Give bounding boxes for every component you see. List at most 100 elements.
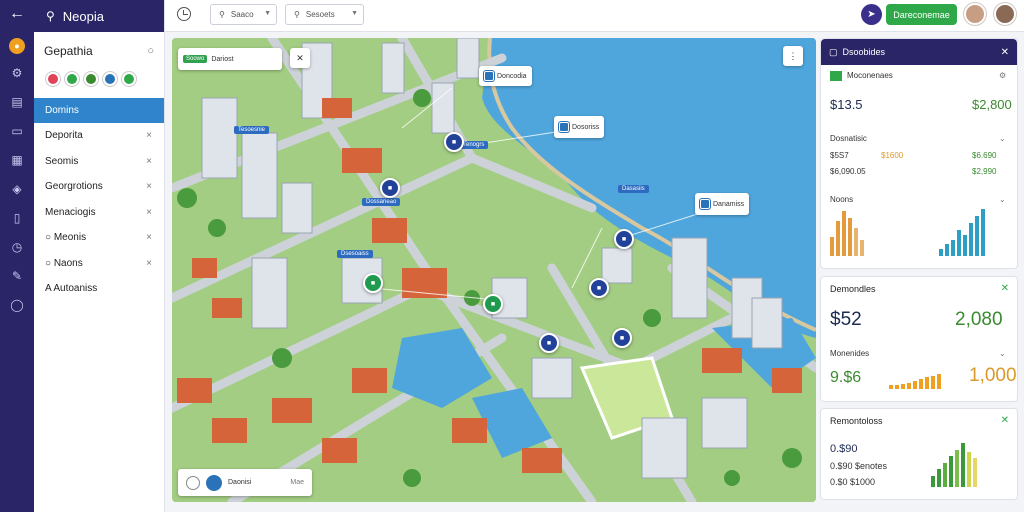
location-icon	[484, 71, 494, 81]
avatar[interactable]	[964, 3, 986, 25]
more-icon[interactable]: ⋮	[783, 46, 803, 66]
sidebar-item[interactable]: Menaciogis ×	[34, 200, 164, 226]
close-icon[interactable]: ✕	[1001, 47, 1009, 58]
sales-card: Demondles ✕ $52 2,080 Monenides ⌄ 9.$6 1…	[820, 276, 1018, 402]
remove-icon[interactable]: ×	[146, 181, 152, 192]
chevron-down-icon[interactable]: ⌄	[999, 195, 1006, 204]
chevron-down-icon: ▼	[264, 10, 271, 17]
map-pin-icon[interactable]: ■	[444, 132, 464, 152]
map-pin-icon[interactable]: ■	[380, 178, 400, 198]
stat-value: $13.5	[830, 97, 863, 112]
dashboard-button[interactable]: Dareconemae	[886, 4, 957, 25]
stat-value: $52	[830, 309, 862, 330]
map-callout[interactable]: Danamiss	[695, 193, 750, 215]
stat-value: 0.$0 $1000	[830, 477, 876, 487]
status-badge: Soowo	[183, 55, 208, 63]
location-button[interactable]: ➤	[861, 4, 882, 25]
bar-chart-remaining	[931, 443, 977, 487]
chevron-down-icon[interactable]: ⌄	[999, 349, 1006, 358]
stat-value: 2,080	[955, 309, 1003, 330]
chip-dark-green-icon[interactable]	[84, 72, 98, 86]
pen-icon[interactable]: ✎	[7, 266, 27, 286]
select-dropdown-2[interactable]: ⚲ Sesoets ▼	[285, 4, 364, 25]
stat-value: $6,090.05	[830, 167, 866, 176]
map-pin-icon[interactable]: ■	[589, 278, 609, 298]
sidebar-item[interactable]: Georgrotions ×	[34, 174, 164, 200]
globe-icon[interactable]: ◯	[7, 295, 27, 315]
app-title: Neopia	[62, 8, 104, 24]
sidebar-item[interactable]: Deporita ×	[34, 123, 164, 149]
pin-icon: ⚲	[219, 10, 225, 19]
map-pin-icon[interactable]: ■	[363, 273, 383, 293]
stat-value: 0.$90 $enotes	[830, 461, 888, 471]
sidebar-item[interactable]: ○ Naons ×	[34, 251, 164, 277]
close-icon[interactable]: ✕	[1001, 415, 1009, 426]
clock-icon[interactable]: ◷	[7, 237, 27, 257]
city-map[interactable]: Soowo Dariost ✕ ⋮ Doncodia Dosoriss Dana…	[172, 38, 816, 502]
map-pin-icon[interactable]: ■	[483, 294, 503, 314]
settings-icon[interactable]: ⚙	[7, 63, 27, 83]
sidebar-item[interactable]: ○ Meonis ×	[34, 225, 164, 251]
stat-value: 9.$6	[830, 369, 862, 386]
stat-value: $5S7	[830, 151, 849, 160]
chip-blue-icon[interactable]	[103, 72, 117, 86]
map-pin-icon[interactable]: ■	[539, 333, 559, 353]
fullscreen-icon[interactable]: ✕	[290, 48, 310, 68]
avatar[interactable]	[994, 3, 1016, 25]
sidebar-item-active[interactable]: Domins	[34, 98, 164, 123]
select-dropdown-1[interactable]: ⚲ Saaco ▼	[210, 4, 277, 25]
layers-icon[interactable]: ▤	[7, 92, 27, 112]
remove-icon[interactable]: ×	[146, 207, 152, 218]
bar-chart-sales	[889, 371, 941, 389]
map-tag[interactable]: Dasasiis	[618, 185, 649, 193]
map-callout[interactable]: Doncodia	[479, 66, 532, 86]
card-title: Remontoloss	[830, 416, 883, 426]
remove-icon[interactable]: ×	[146, 232, 152, 243]
map-footer-control[interactable]: Daonisi Mae	[178, 469, 312, 496]
icon-rail: ← ● ⚙ ▤ ▭ ▦ ◈ ▯ ◷ ✎ ◯	[0, 0, 34, 512]
chip-green-icon[interactable]	[65, 72, 79, 86]
notification-icon[interactable]: ●	[9, 38, 25, 54]
sidebar: ⚲ Neopia Gepathia ○ Domins Deporita × Seo…	[34, 0, 165, 512]
compass-icon[interactable]: ◈	[7, 179, 27, 199]
filter-icon[interactable]: ○	[147, 45, 154, 57]
chip-lime-icon[interactable]	[122, 72, 136, 86]
map-illustration	[172, 38, 816, 502]
map-tag[interactable]: Dossarieao	[362, 198, 401, 206]
remove-icon[interactable]: ×	[146, 258, 152, 269]
layers-icon[interactable]	[206, 474, 222, 491]
search-icon[interactable]: ⚲	[46, 9, 55, 23]
dot-icon: ○	[45, 232, 54, 244]
remove-icon[interactable]: ×	[146, 156, 152, 167]
stat-label: Monenides	[830, 349, 870, 358]
map-tag[interactable]: Dsesoaiss	[337, 250, 373, 258]
stats-card: ▢ Dsoobides ✕ Moconenaes ⚙ $13.5 $2,800 …	[820, 38, 1018, 269]
sidebar-title: Gepathia	[44, 44, 93, 58]
remaining-card: Remontoloss ✕ 0.$90 0.$90 $enotes 0.$0 $…	[820, 408, 1018, 500]
map-pin-icon[interactable]: ■	[614, 229, 634, 249]
stat-value: $2,990	[972, 167, 997, 176]
money-icon	[830, 71, 842, 81]
chevron-down-icon[interactable]: ⌄	[999, 134, 1006, 143]
map-tag[interactable]: Tesoesnie	[234, 126, 270, 134]
zoom-icon[interactable]	[186, 475, 200, 490]
sidebar-item[interactable]: Seomis ×	[34, 149, 164, 175]
panel-icon: ▢	[829, 46, 838, 57]
map-callout[interactable]: Dosoriss	[554, 116, 605, 138]
card-icon[interactable]: ▭	[7, 121, 27, 141]
gear-icon[interactable]: ⚙	[999, 71, 1006, 80]
card-header: ▢ Dsoobides ✕	[821, 39, 1017, 65]
report-icon[interactable]: ▯	[7, 208, 27, 228]
close-icon[interactable]: ✕	[1001, 283, 1009, 294]
map-pin-icon[interactable]: ■	[612, 328, 632, 348]
bar-chart-left	[830, 209, 864, 256]
chevron-down-icon: ▼	[351, 10, 358, 17]
map-legend-pill[interactable]: Soowo Dariost	[178, 48, 282, 70]
chart-label: Noons	[830, 195, 854, 204]
back-arrow-icon[interactable]: ←	[7, 4, 27, 24]
chip-red-icon[interactable]	[46, 72, 60, 86]
sidebar-item[interactable]: A Autoaniss	[34, 276, 164, 302]
clock-icon[interactable]	[177, 7, 191, 21]
remove-icon[interactable]: ×	[146, 130, 152, 141]
calendar-icon[interactable]: ▦	[7, 150, 27, 170]
